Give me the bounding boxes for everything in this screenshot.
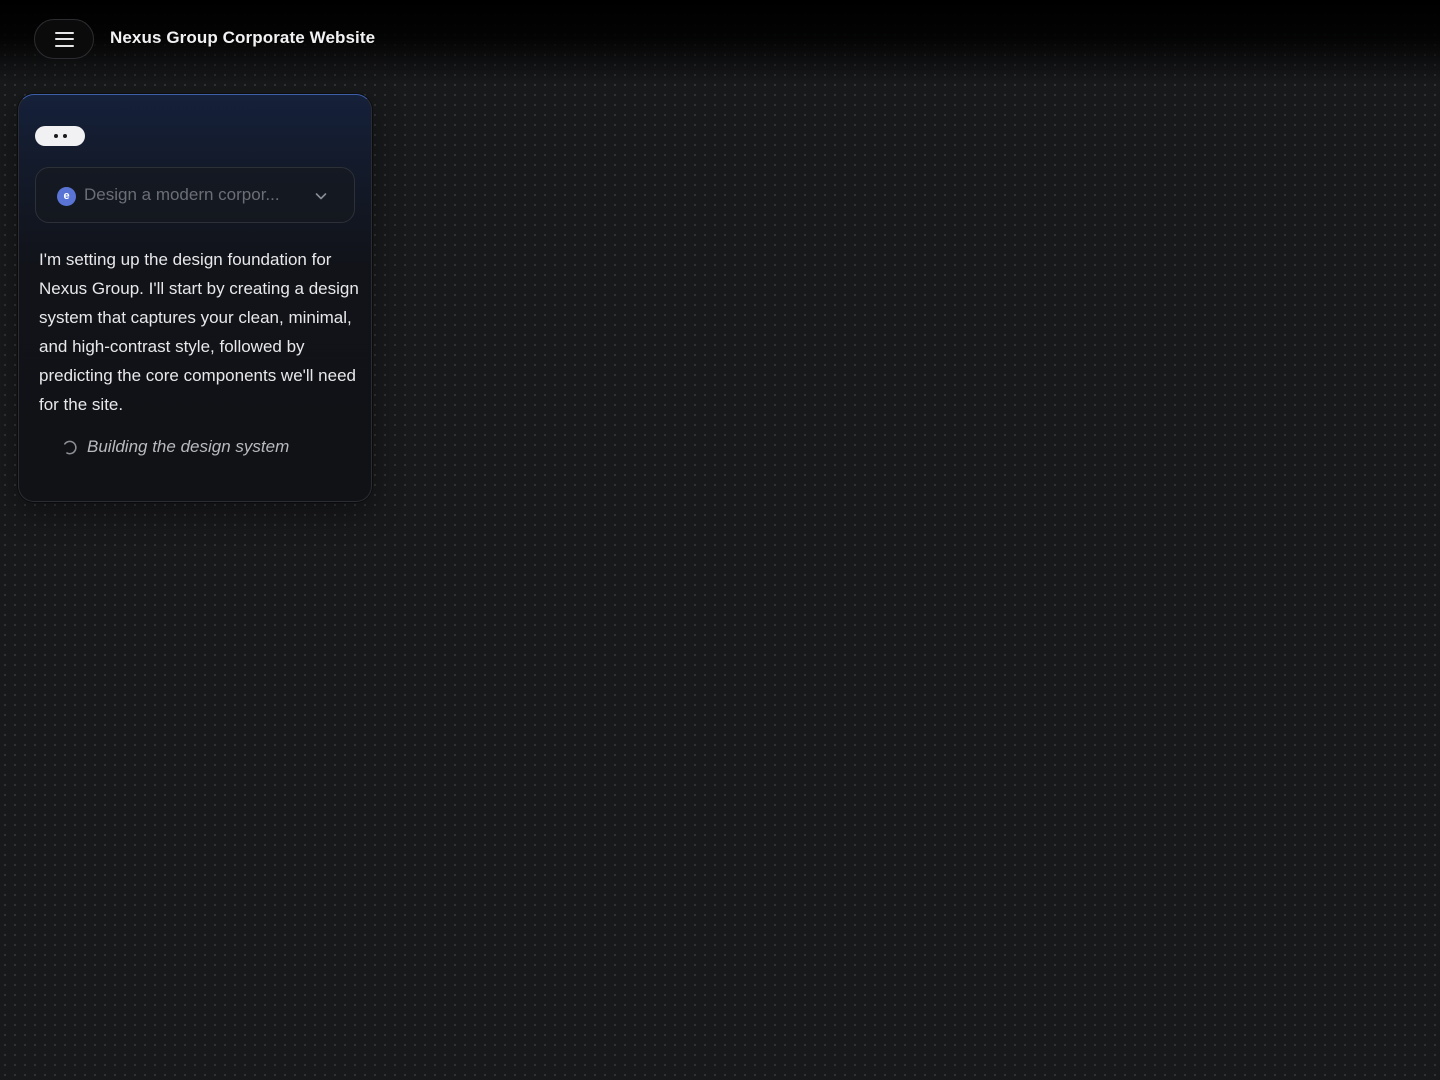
chat-panel: e Design a modern corpor... I'm setting … [18, 94, 372, 502]
ellipsis-icon [35, 126, 85, 146]
top-bar: Nexus Group Corporate Website [0, 0, 1440, 84]
chevron-down-icon[interactable] [313, 188, 329, 204]
prompt-text: Design a modern corpor... [84, 185, 280, 204]
menu-button[interactable] [34, 19, 94, 59]
user-avatar: e [57, 187, 76, 206]
project-title: Nexus Group Corporate Website [110, 28, 376, 47]
assistant-message: I'm setting up the design foundation for… [39, 250, 359, 414]
hamburger-menu-icon [54, 31, 74, 47]
status-row: Building the design system [61, 437, 289, 457]
prompt-dropdown[interactable]: e Design a modern corpor... [35, 167, 355, 223]
status-text: Building the design system [87, 437, 290, 456]
spinner-icon [64, 440, 77, 454]
